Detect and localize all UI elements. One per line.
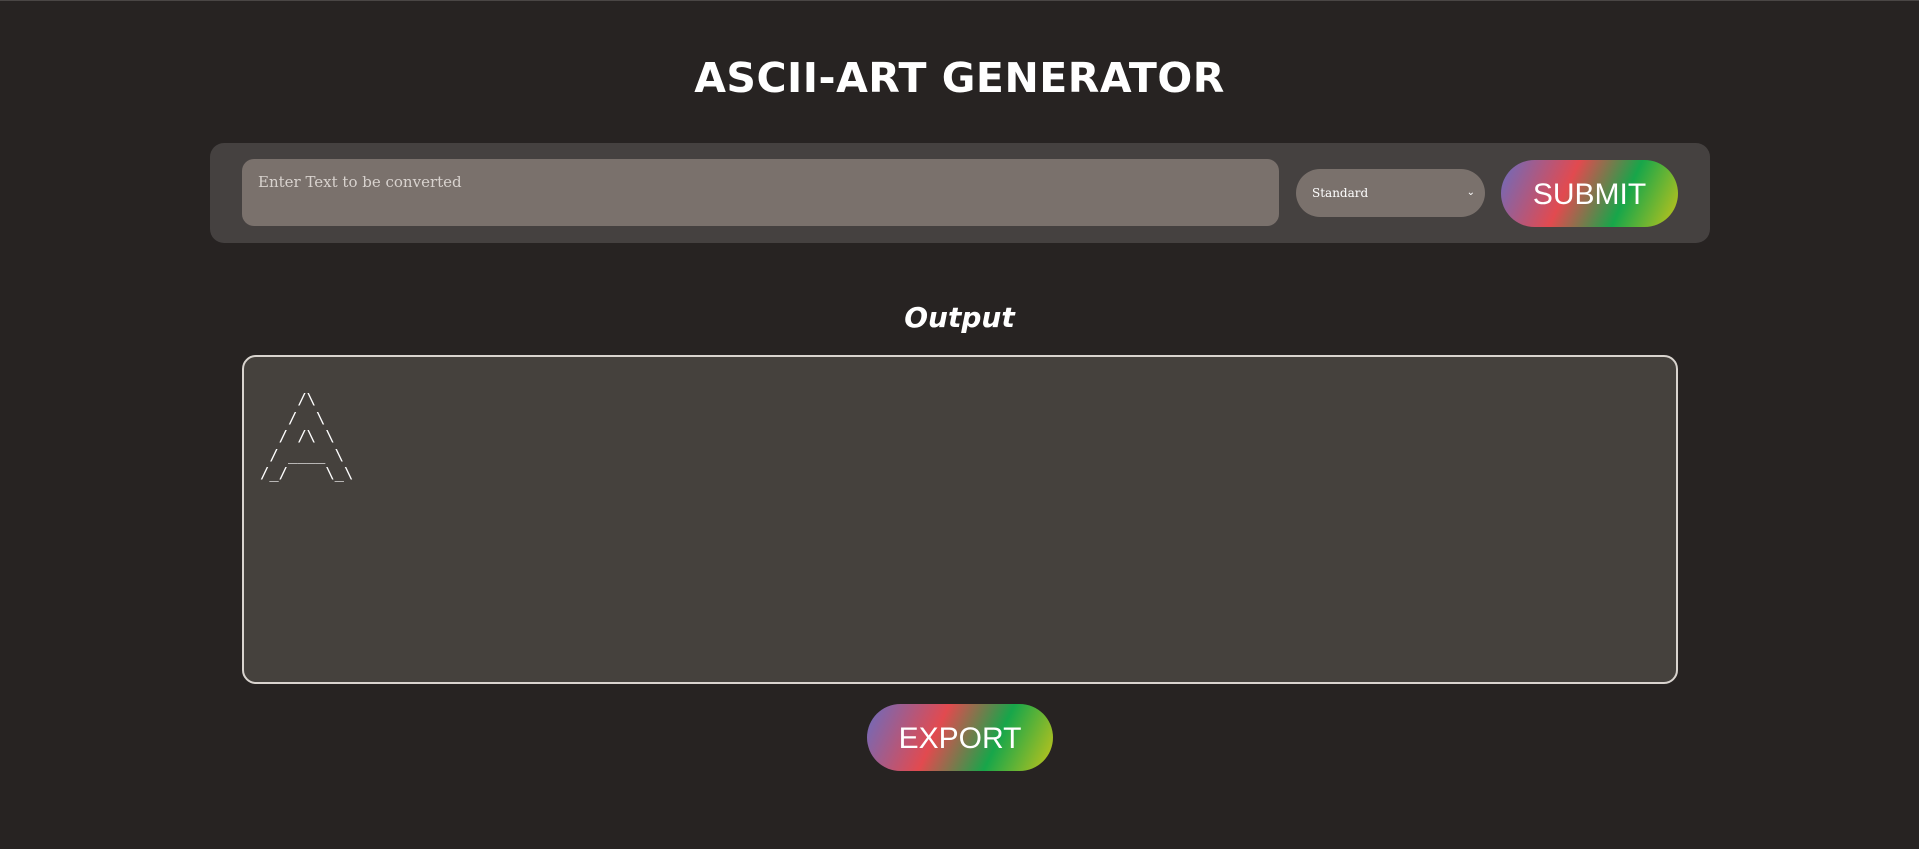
chevron-down-icon: ⌄ [1466, 187, 1475, 198]
input-panel: Standard ⌄ SUBMIT [210, 143, 1710, 243]
font-select[interactable]: Standard ⌄ [1296, 169, 1485, 217]
output-title: Output [904, 301, 1015, 334]
text-input[interactable] [242, 159, 1279, 226]
ascii-art-output: /\ / \ / /\ \ / ____ \ /_/ \_\ [260, 390, 354, 482]
output-box[interactable]: /\ / \ / /\ \ / ____ \ /_/ \_\ [242, 355, 1678, 684]
font-select-value: Standard [1312, 186, 1369, 200]
page: ASCII-ART GENERATOR Standard ⌄ SUBMIT Ou… [0, 1, 1919, 849]
page-title: ASCII-ART GENERATOR [694, 54, 1225, 102]
submit-button[interactable]: SUBMIT [1501, 160, 1678, 227]
export-button[interactable]: EXPORT [867, 704, 1053, 771]
